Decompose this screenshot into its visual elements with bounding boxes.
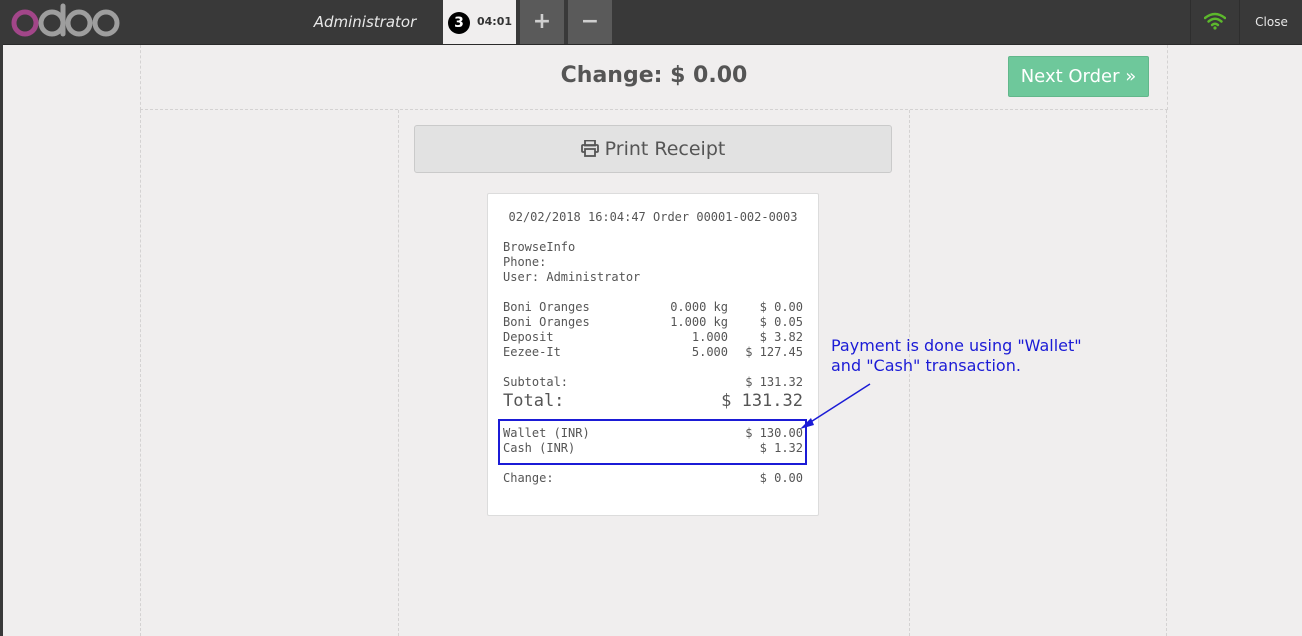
line-price: $ 127.45 [745, 345, 803, 359]
line-qty: 1.000 [691, 330, 728, 344]
line-price: $ 3.82 [759, 330, 803, 344]
receipt-phone: Phone: [503, 255, 547, 269]
printer-icon [580, 139, 599, 157]
receipt: 02/02/2018 16:04:47 Order 00001-002-0003… [487, 193, 819, 516]
top-bar: Administrator 3 04:01 + − Close [0, 0, 1302, 45]
receipt-line: Boni Oranges 0.000 kg $ 0.00 [503, 300, 803, 315]
subtotal-label: Subtotal: [503, 375, 569, 389]
add-order-button[interactable]: + [520, 0, 564, 44]
line-product: Boni Oranges [503, 315, 590, 329]
receipt-subtotal: Subtotal: $ 131.32 [503, 375, 803, 390]
annotation-text: Payment is done using "Wallet" and "Cash… [831, 336, 1131, 376]
receipt-screen-header: Change: $ 0.00 Next Order » [140, 45, 1168, 110]
receipt-line: Deposit 1.000 $ 3.82 [503, 330, 803, 345]
total-label: Total: [503, 391, 565, 411]
connection-status[interactable] [1190, 0, 1239, 44]
left-column [140, 110, 399, 636]
wifi-icon [1204, 12, 1226, 30]
order-number-badge: 3 [448, 12, 470, 34]
print-receipt-button[interactable]: Print Receipt [414, 125, 892, 173]
line-qty: 1.000 kg [670, 315, 728, 329]
receipt-user: User: Administrator [503, 270, 641, 284]
subtotal-value: $ 131.32 [745, 375, 803, 389]
line-product: Deposit [503, 330, 554, 344]
line-price: $ 0.05 [759, 315, 803, 329]
user-name[interactable]: Administrator [300, 0, 430, 44]
line-price: $ 0.00 [759, 300, 803, 314]
change-label: Change: [503, 471, 554, 485]
line-qty: 5.000 [691, 345, 728, 359]
receipt-change: Change: $ 0.00 [503, 471, 803, 486]
annotation-line: Payment is done using "Wallet" [831, 336, 1082, 355]
line-product: Eezee-It [503, 345, 561, 359]
delete-order-button[interactable]: − [568, 0, 612, 44]
line-qty: 0.000 kg [670, 300, 728, 314]
close-button[interactable]: Close [1239, 0, 1302, 44]
annotation-line: and "Cash" transaction. [831, 356, 1021, 375]
total-value: $ 131.32 [721, 391, 803, 411]
payment-highlight-box [498, 419, 807, 465]
receipt-line: Eezee-It 5.000 $ 127.45 [503, 345, 803, 360]
receipt-line: Boni Oranges 1.000 kg $ 0.05 [503, 315, 803, 330]
next-order-button[interactable]: Next Order » [1008, 56, 1149, 97]
receipt-header: 02/02/2018 16:04:47 Order 00001-002-0003 [508, 210, 798, 224]
order-tab[interactable]: 3 04:01 [443, 0, 516, 44]
change-value: $ 0.00 [759, 471, 803, 485]
order-time: 04:01 [477, 15, 513, 28]
receipt-company: BrowseInfo [503, 240, 576, 254]
print-receipt-label: Print Receipt [604, 138, 726, 160]
odoo-logo [11, 3, 120, 37]
receipt-total: Total: $ 131.32 [503, 390, 803, 412]
left-edge [0, 44, 3, 636]
line-product: Boni Oranges [503, 300, 590, 314]
